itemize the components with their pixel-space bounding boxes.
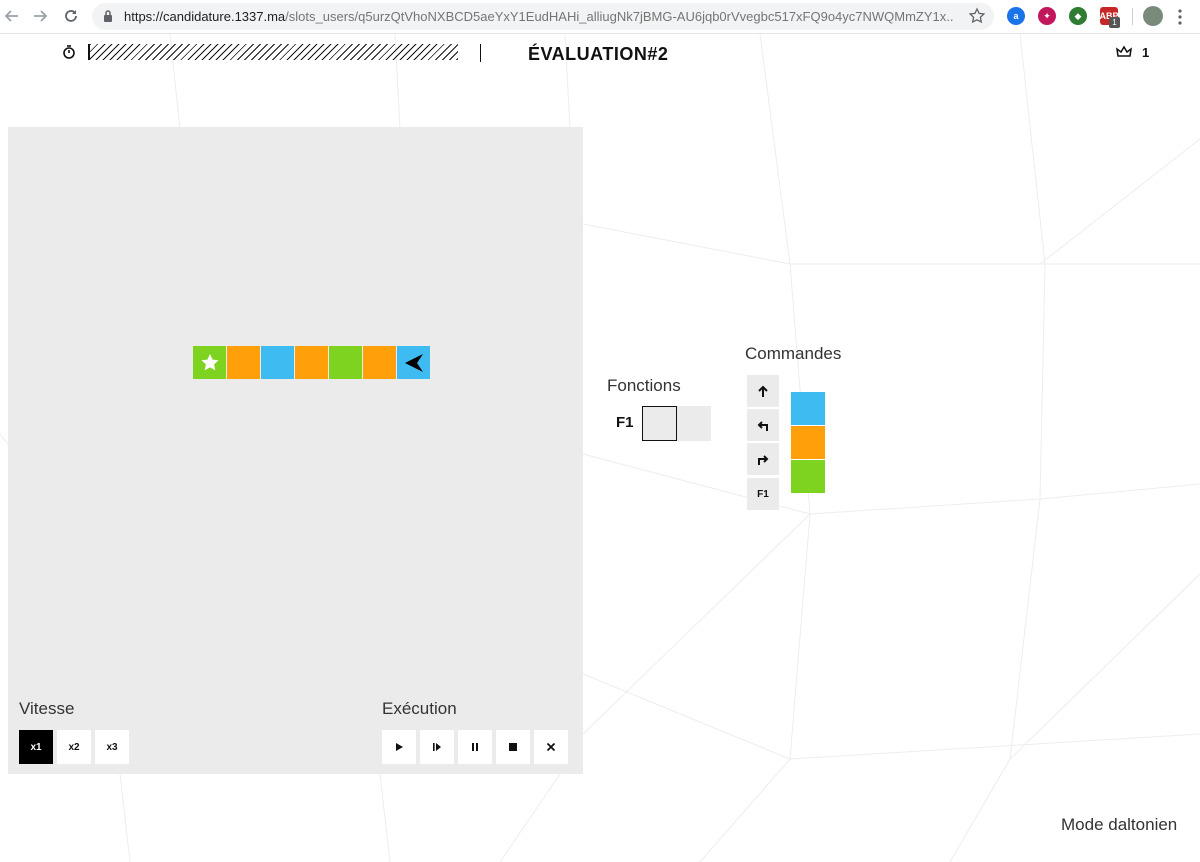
address-bar[interactable]: https://candidature.1337.ma/slots_users/… xyxy=(92,3,994,30)
turn-left-command[interactable] xyxy=(747,409,779,441)
turn-right-icon xyxy=(758,455,769,465)
robot-arrow-icon xyxy=(404,353,423,372)
page-title: ÉVALUATION#2 xyxy=(528,44,669,64)
star-icon xyxy=(200,353,219,370)
stop-button[interactable] xyxy=(496,730,530,764)
board-tile xyxy=(193,346,226,379)
speed-x1-button[interactable]: x1 xyxy=(19,730,53,764)
back-button[interactable] xyxy=(0,4,24,28)
execution-label: Exécution xyxy=(382,699,457,718)
arrow-left-icon xyxy=(4,10,18,22)
speed-x3-button[interactable]: x3 xyxy=(95,730,129,764)
time-progress-bar xyxy=(88,44,458,60)
stop-icon xyxy=(509,743,517,751)
profile-avatar[interactable] xyxy=(1143,6,1163,26)
play-icon xyxy=(396,743,403,751)
browser-toolbar: https://candidature.1337.ma/slots_users/… xyxy=(0,0,1200,34)
forward-command[interactable] xyxy=(747,375,779,407)
extension-puzzle-icon[interactable]: ✦ xyxy=(1038,7,1056,25)
color-blue-command[interactable] xyxy=(791,392,825,425)
f1-slot-1[interactable] xyxy=(642,406,677,441)
step-button[interactable] xyxy=(420,730,454,764)
board-tile xyxy=(397,346,430,379)
reload-icon xyxy=(65,10,77,22)
f1-slot-2[interactable] xyxy=(677,406,711,441)
header-separator xyxy=(480,44,481,62)
url-text: https://candidature.1337.ma/slots_users/… xyxy=(124,9,954,24)
game-board: Vitesse x1 x2 x3 Exécution xyxy=(8,127,583,774)
clear-button[interactable] xyxy=(534,730,568,764)
speed-x2-button[interactable]: x2 xyxy=(57,730,91,764)
f1-command[interactable]: F1 xyxy=(747,478,779,510)
commands-label: Commandes xyxy=(745,344,842,363)
toolbar-separator xyxy=(1132,8,1133,25)
turn-left-icon xyxy=(757,421,768,431)
url-host: https://candidature.1337.ma xyxy=(124,9,286,24)
extension-cube-icon[interactable]: ◆ xyxy=(1069,7,1087,25)
board-tile xyxy=(261,346,294,379)
reload-button[interactable] xyxy=(59,4,83,28)
step-icon xyxy=(433,743,441,751)
functions-label: Fonctions xyxy=(607,376,681,395)
board-tile xyxy=(363,346,396,379)
play-button[interactable] xyxy=(382,730,416,764)
bookmark-star-icon[interactable] xyxy=(968,7,986,25)
crown-icon xyxy=(1116,45,1132,57)
extension-badge: 1 xyxy=(1109,17,1120,28)
menu-dots-icon[interactable] xyxy=(1176,9,1184,25)
f1-label: F1 xyxy=(616,414,634,431)
pause-button[interactable] xyxy=(458,730,492,764)
arrow-up-icon xyxy=(758,385,768,397)
color-green-command[interactable] xyxy=(791,460,825,493)
board-tile xyxy=(329,346,362,379)
arrow-right-icon xyxy=(34,10,48,22)
extension-a-icon[interactable]: a xyxy=(1007,7,1025,25)
pause-icon xyxy=(472,743,478,751)
tile-row xyxy=(193,346,431,379)
url-path: /slots_users/q5urzQtVhoNXBCD5aeYxY1EudHA… xyxy=(285,9,954,24)
turn-right-command[interactable] xyxy=(747,443,779,475)
forward-button[interactable] xyxy=(28,4,52,28)
stopwatch-icon xyxy=(63,45,75,59)
crown-count: 1 xyxy=(1142,45,1150,60)
board-tile xyxy=(227,346,260,379)
color-orange-command[interactable] xyxy=(791,426,825,459)
lock-icon xyxy=(104,10,112,22)
board-tile xyxy=(295,346,328,379)
speed-label: Vitesse xyxy=(19,699,75,718)
close-icon xyxy=(546,742,556,752)
colorblind-mode-link[interactable]: Mode daltonien xyxy=(1061,815,1177,835)
